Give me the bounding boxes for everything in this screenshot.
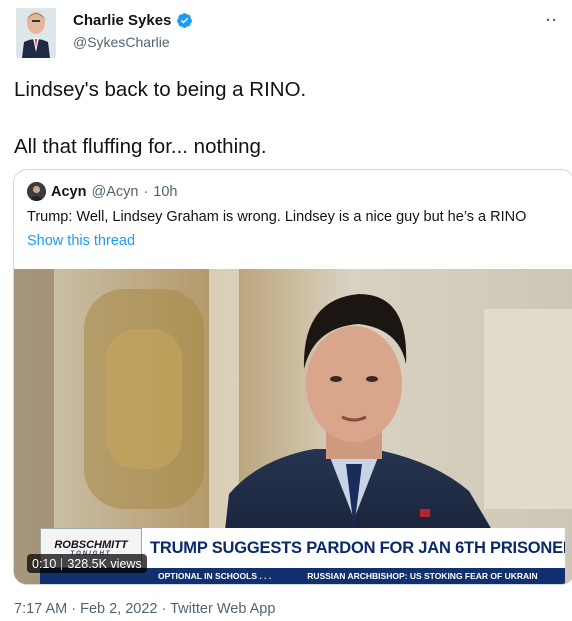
tweet-text: Lindsey's back to being a RINO. All that… bbox=[14, 75, 554, 161]
quoted-author-name[interactable]: Acyn bbox=[51, 184, 86, 200]
ellipsis-icon[interactable]: ·· bbox=[546, 12, 558, 29]
quoted-time[interactable]: 10h bbox=[153, 184, 177, 200]
verified-badge-icon bbox=[177, 13, 193, 28]
ticker-item-1: OPTIONAL IN SCHOOLS . . . bbox=[158, 571, 272, 581]
author-avatar[interactable] bbox=[16, 8, 56, 58]
author-display-name[interactable]: Charlie Sykes bbox=[73, 12, 171, 29]
quoted-separator: · bbox=[143, 183, 149, 200]
quoted-author-avatar[interactable] bbox=[27, 182, 46, 201]
video-views: 328.5K views bbox=[67, 556, 142, 571]
tweet-line-1: Lindsey's back to being a RINO. bbox=[14, 78, 307, 101]
chyron-headline: TRUMP SUGGESTS PARDON FOR JAN 6TH PRISON… bbox=[142, 528, 565, 568]
ticker-item-2: RUSSIAN ARCHBISHOP: US STOKING FEAR OF U… bbox=[307, 571, 538, 581]
tweet-timestamp[interactable]: 7:17 AM · Feb 2, 2022 · Twitter Web App bbox=[14, 601, 275, 617]
video-stats-badge: 0:10 328.5K views bbox=[27, 554, 147, 573]
quoted-tweet[interactable]: Acyn @Acyn · 10h Trump: Well, Lindsey Gr… bbox=[13, 169, 572, 585]
show-thread-link[interactable]: Show this thread bbox=[27, 233, 135, 249]
tweet-line-2: All that fluffing for... nothing. bbox=[14, 135, 267, 158]
video-player[interactable]: ROBSCHMITT TONIGHT TRUMP SUGGESTS PARDON… bbox=[14, 269, 572, 584]
video-elapsed: 0:10 bbox=[32, 556, 57, 571]
badge-divider bbox=[61, 557, 63, 570]
quoted-text: Trump: Well, Lindsey Graham is wrong. Li… bbox=[27, 209, 527, 225]
show-logo-main: ROBSCHMITT bbox=[54, 539, 128, 551]
author-handle[interactable]: @SykesCharlie bbox=[73, 34, 170, 50]
quoted-author-handle[interactable]: @Acyn bbox=[91, 184, 138, 200]
